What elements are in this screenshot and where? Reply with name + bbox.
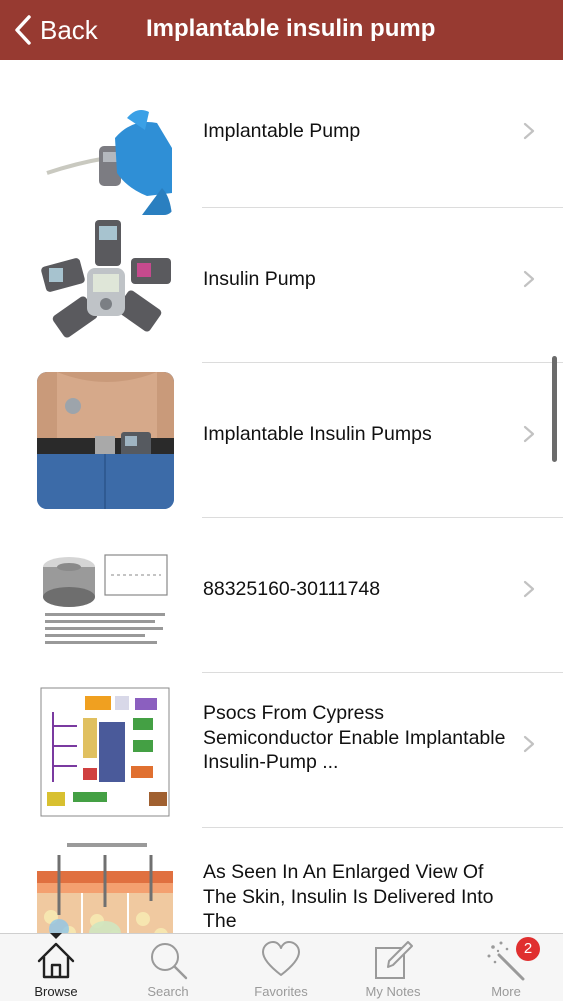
tab-label: Browse — [34, 984, 78, 999]
heart-icon — [262, 941, 300, 976]
tab-bar: Browse Search Favorites My Notes 2 More — [0, 933, 563, 1001]
list-item-label: Implantable Insulin Pumps — [203, 423, 432, 445]
tab-my-notes[interactable]: My Notes — [337, 934, 449, 1001]
list-item-label: Implantable Pump — [203, 120, 361, 142]
tab-search[interactable]: Search — [112, 934, 224, 1001]
list-item[interactable]: Psocs From Cypress Semiconductor Enable … — [0, 673, 563, 828]
notification-badge: 2 — [516, 937, 540, 961]
notes-icon — [375, 941, 413, 979]
list-item-label: 88325160-30111748 — [203, 578, 381, 600]
chevron-left-icon — [15, 15, 31, 45]
blue-gloved-hand-holding-pump-image — [37, 78, 174, 215]
tab-label: My Notes — [365, 984, 421, 999]
back-button[interactable]: Back — [14, 13, 98, 47]
scroll-indicator[interactable] — [552, 356, 557, 462]
tab-favorites[interactable]: Favorites — [225, 934, 337, 1001]
results-list[interactable]: Implantable Pump Insulin Pump Implantabl… — [0, 60, 563, 933]
list-item[interactable]: 88325160-30111748 — [0, 518, 563, 673]
chevron-right-icon — [523, 425, 535, 443]
list-item-label: Psocs From Cypress Semiconductor Enable … — [203, 702, 506, 773]
search-icon — [151, 943, 188, 980]
chevron-right-icon — [523, 270, 535, 288]
skin-cross-section-image — [37, 837, 174, 933]
tab-label: Search — [147, 984, 189, 999]
page-title: Implantable insulin pump — [146, 15, 436, 42]
back-label: Back — [40, 14, 98, 45]
list-item[interactable]: As Seen In An Enlarged View Of The Skin,… — [0, 828, 563, 933]
tab-browse[interactable]: Browse — [0, 933, 112, 1001]
list-item-label: Insulin Pump — [203, 268, 316, 290]
implanted-pump-diagram-image — [37, 527, 174, 664]
circuit-block-diagram-image — [37, 682, 174, 819]
list-item[interactable]: Implantable Insulin Pumps — [0, 363, 563, 518]
tab-label: Favorites — [254, 984, 308, 999]
tab-more[interactable]: 2 More — [450, 934, 562, 1001]
home-icon — [37, 942, 75, 979]
list-item[interactable]: Implantable Pump — [0, 60, 563, 215]
tab-label: More — [491, 984, 521, 999]
list-item-label: As Seen In An Enlarged View Of The Skin,… — [203, 861, 494, 932]
patient-torso-with-pump-image — [37, 372, 174, 509]
list-item[interactable]: Insulin Pump — [0, 208, 563, 363]
navigation-bar: Back Implantable insulin pump — [0, 0, 563, 60]
chevron-right-icon — [523, 735, 535, 753]
circle-of-insulin-pumps-image — [37, 216, 174, 353]
chevron-right-icon — [523, 580, 535, 598]
chevron-right-icon — [523, 122, 535, 140]
